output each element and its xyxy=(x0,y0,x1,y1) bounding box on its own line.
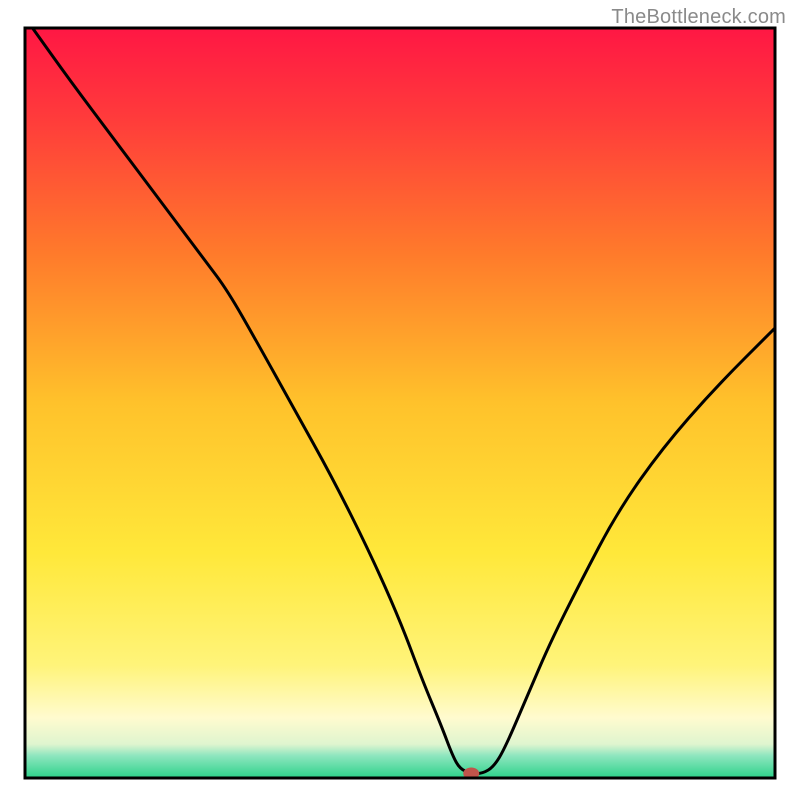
chart-svg xyxy=(0,0,800,800)
bottleneck-chart: TheBottleneck.com xyxy=(0,0,800,800)
plot-background xyxy=(25,28,775,778)
attribution-label: TheBottleneck.com xyxy=(611,6,786,29)
